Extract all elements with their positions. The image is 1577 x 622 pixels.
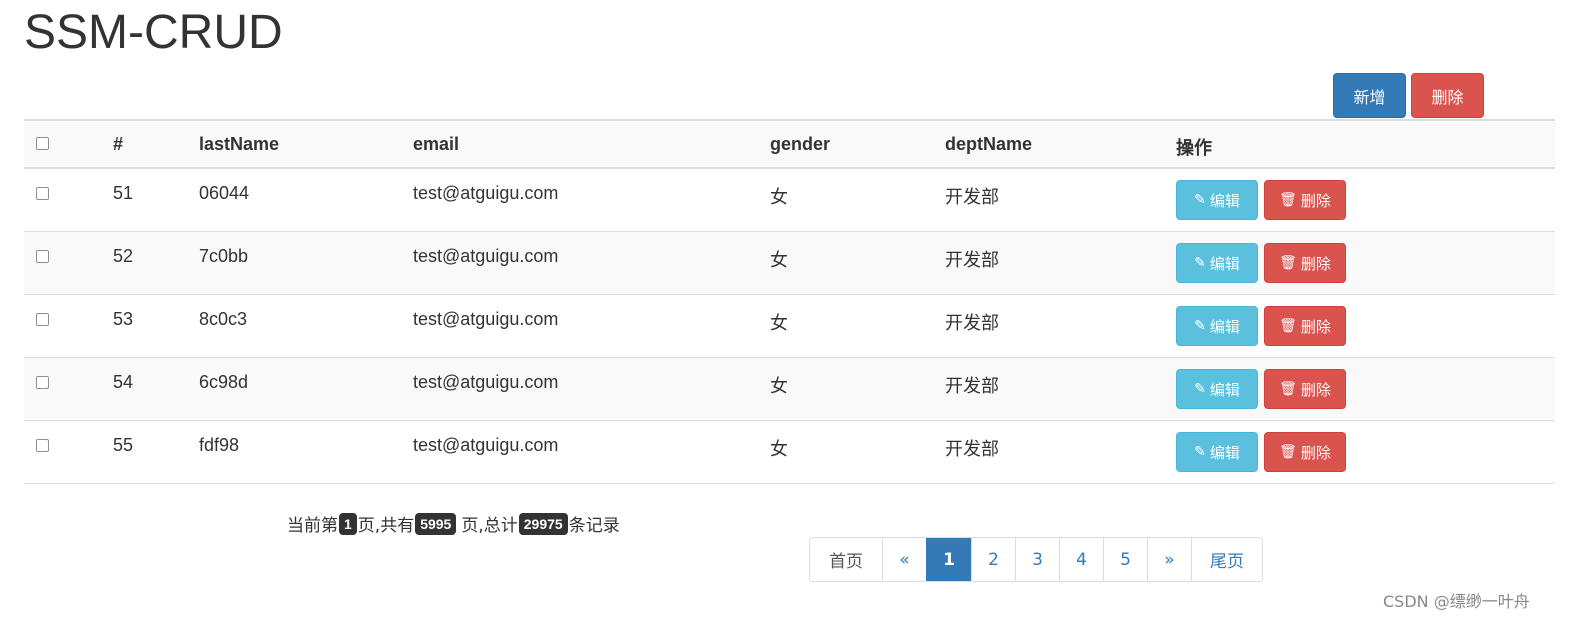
header-id: #	[113, 134, 124, 154]
table-row: 52 7c0bb test@atguigu.com 女开发部 ✎ 编辑 🗑 删除	[24, 232, 1555, 295]
row-checkbox[interactable]	[36, 250, 49, 263]
delete-button[interactable]: 🗑 删除	[1264, 306, 1346, 346]
select-all-checkbox[interactable]	[36, 137, 49, 150]
table-row: 51 06044 test@atguigu.com 女开发部 ✎ 编辑 🗑 删除	[24, 169, 1555, 232]
total-records-badge: 29975	[518, 512, 568, 535]
row-checkbox[interactable]	[36, 439, 49, 452]
cell-lastname: fdf98	[199, 435, 240, 455]
cell-id: 54	[113, 372, 134, 392]
pencil-icon: ✎	[1194, 444, 1206, 460]
page-info-suffix: 条记录	[568, 516, 620, 536]
delete-label: 删除	[1300, 191, 1331, 210]
cell-gender: 女	[770, 376, 788, 397]
cell-email: test@atguigu.com	[413, 435, 559, 455]
trash-icon: 🗑	[1279, 192, 1297, 208]
cell-gender: 女	[770, 187, 788, 208]
cell-deptname: 开发部	[945, 376, 999, 397]
trash-icon: 🗑	[1279, 381, 1297, 397]
trash-icon: 🗑	[1279, 444, 1297, 460]
delete-label: 删除	[1300, 317, 1331, 336]
header-actions: 操作	[1176, 138, 1212, 159]
cell-email: test@atguigu.com	[413, 183, 559, 203]
row-checkbox[interactable]	[36, 376, 49, 389]
pagination: 首页 «1 2 3 4 5» 尾页	[809, 537, 1263, 582]
page-link-1[interactable]: 1	[926, 538, 971, 581]
cell-email: test@atguigu.com	[413, 246, 559, 266]
cell-gender: 女	[770, 313, 788, 334]
pencil-icon: ✎	[1194, 255, 1206, 271]
page-title: SSM-CRUD	[24, 6, 283, 59]
delete-button[interactable]: 🗑 删除	[1264, 432, 1346, 472]
delete-button[interactable]: 🗑 删除	[1264, 369, 1346, 409]
header-gender: gender	[770, 134, 831, 154]
total-pages-badge: 5995	[415, 512, 457, 535]
edit-label: 编辑	[1209, 380, 1240, 399]
delete-label: 删除	[1300, 380, 1331, 399]
page-link-3[interactable]: 3	[1015, 538, 1059, 581]
page-info: 当前第 1 页,共有 5995 页,总计 29975 条记录	[287, 511, 620, 536]
cell-id: 51	[113, 183, 134, 203]
edit-label: 编辑	[1209, 254, 1240, 273]
current-page-badge: 1	[339, 512, 357, 535]
trash-icon: 🗑	[1279, 318, 1297, 334]
page-info-mid1: 页,共有	[357, 516, 415, 536]
page-info-prefix: 当前第	[287, 516, 338, 536]
row-checkbox[interactable]	[36, 313, 49, 326]
next-page-link[interactable]: »	[1147, 538, 1191, 581]
cell-gender: 女	[770, 439, 788, 460]
delete-button[interactable]: 🗑 删除	[1264, 243, 1346, 283]
edit-label: 编辑	[1209, 317, 1240, 336]
edit-button[interactable]: ✎ 编辑	[1176, 180, 1258, 220]
cell-deptname: 开发部	[945, 439, 999, 460]
edit-button[interactable]: ✎ 编辑	[1176, 369, 1258, 409]
prev-page-link[interactable]: «	[882, 538, 926, 581]
cell-lastname: 7c0bb	[199, 246, 249, 266]
cell-email: test@atguigu.com	[413, 372, 559, 392]
header-deptname: deptName	[945, 134, 1033, 154]
page-link-4[interactable]: 4	[1059, 538, 1103, 581]
cell-deptname: 开发部	[945, 187, 999, 208]
delete-label: 删除	[1300, 443, 1331, 462]
add-button[interactable]: 新增	[1333, 73, 1406, 118]
table-row: 55 fdf98 test@atguigu.com 女开发部 ✎ 编辑 🗑 删除	[24, 421, 1555, 484]
edit-button[interactable]: ✎ 编辑	[1176, 306, 1258, 346]
cell-lastname: 06044	[199, 183, 250, 203]
delete-button[interactable]: 🗑 删除	[1264, 180, 1346, 220]
edit-button[interactable]: ✎ 编辑	[1176, 432, 1258, 472]
edit-label: 编辑	[1209, 443, 1240, 462]
cell-email: test@atguigu.com	[413, 309, 559, 329]
first-page-link[interactable]: 首页	[810, 538, 882, 581]
pencil-icon: ✎	[1194, 381, 1206, 397]
cell-id: 55	[113, 435, 134, 455]
cell-id: 53	[113, 309, 134, 329]
page-link-5[interactable]: 5	[1103, 538, 1147, 581]
page-info-mid2: 页,总计	[461, 516, 518, 536]
cell-gender: 女	[770, 250, 788, 271]
pencil-icon: ✎	[1194, 318, 1206, 334]
cell-lastname: 6c98d	[199, 372, 249, 392]
header-email: email	[413, 134, 460, 154]
delete-label: 删除	[1300, 254, 1331, 273]
edit-button[interactable]: ✎ 编辑	[1176, 243, 1258, 283]
cell-id: 52	[113, 246, 134, 266]
row-checkbox[interactable]	[36, 187, 49, 200]
table-row: 54 6c98d test@atguigu.com 女开发部 ✎ 编辑 🗑 删除	[24, 358, 1555, 421]
cell-deptname: 开发部	[945, 313, 999, 334]
delete-all-button[interactable]: 删除	[1411, 73, 1484, 118]
trash-icon: 🗑	[1279, 255, 1297, 271]
header-lastname: lastName	[199, 134, 280, 154]
table-header: # lastName email gender deptName 操作	[24, 119, 1555, 169]
page-link-2[interactable]: 2	[971, 538, 1015, 581]
last-page-link[interactable]: 尾页	[1191, 538, 1262, 581]
cell-deptname: 开发部	[945, 250, 999, 271]
cell-lastname: 8c0c3	[199, 309, 248, 329]
table-row: 53 8c0c3 test@atguigu.com 女开发部 ✎ 编辑 🗑 删除	[24, 295, 1555, 358]
pencil-icon: ✎	[1194, 192, 1206, 208]
watermark: CSDN @缥缈一叶舟	[1383, 592, 1530, 611]
edit-label: 编辑	[1209, 191, 1240, 210]
